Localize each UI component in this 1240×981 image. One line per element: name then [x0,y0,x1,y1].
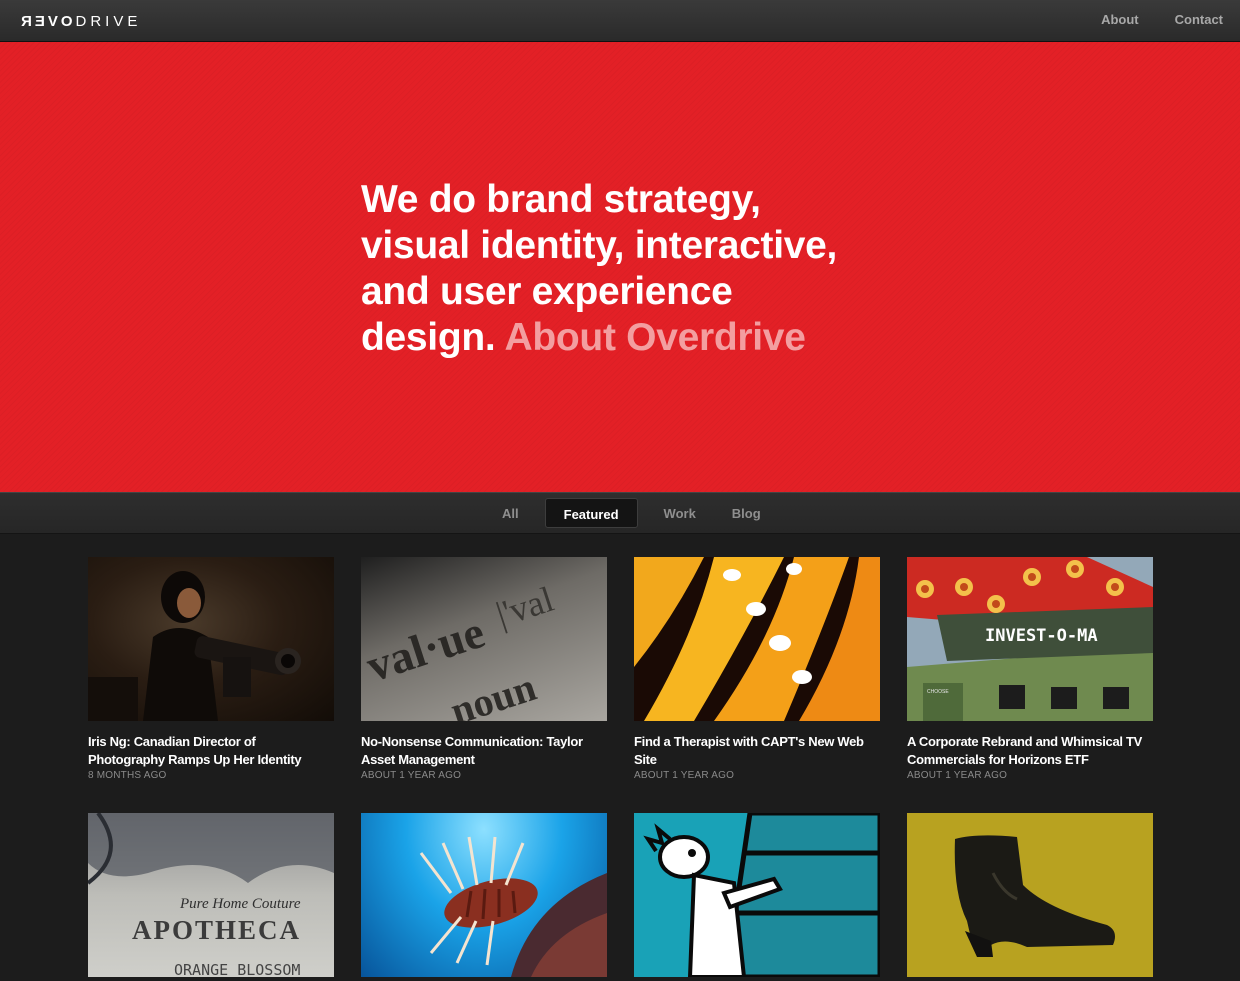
dictionary-pos: noun [445,664,541,721]
hero-line-3: and user experience [361,270,733,313]
dictionary-pronunciation: |'val [491,579,558,635]
filter-tab-work[interactable]: Work [646,498,714,528]
lionfish-illustration [419,836,607,977]
boot-illustration [954,835,1115,957]
hero-line-4-text: design. [361,316,496,359]
post-thumbnail-apothecary[interactable]: Pure Home Couture APOTHECA ORANGE BLOSSO… [88,813,334,977]
post-thumbnail-butterfly-wing[interactable] [634,557,880,721]
filter-tab-blog[interactable]: Blog [714,498,779,528]
post-card[interactable] [634,813,880,977]
apothecary-sub: ORANGE BLOSSOM [174,961,300,977]
hero-line-1: We do brand strategy, [361,178,761,221]
post-thumbnail-therapist-cartoon[interactable] [634,813,880,977]
post-card[interactable]: val·ue |'val noun No-Nonsense Communicat… [361,557,607,781]
nav-link-contact[interactable]: Contact [1175,12,1223,27]
post-card[interactable]: INVEST-O-MA CHOOSE A Corporate Rebrand a… [907,557,1153,781]
nav-link-about[interactable]: About [1101,12,1139,27]
hero-statement: We do brand strategy, visual identity, i… [361,177,901,361]
post-card[interactable]: Iris Ng: Canadian Director of Photograph… [88,557,334,781]
sign-text: INVEST-O-MA [985,626,1098,646]
apothecary-label-illustration: Pure Home Couture APOTHECA ORANGE BLOSSO… [88,813,334,977]
post-title[interactable]: Iris Ng: Canadian Director of Photograph… [88,733,334,769]
post-date: ABOUT 1 YEAR AGO [361,770,462,781]
post-card[interactable]: Pure Home Couture APOTHECA ORANGE BLOSSO… [88,813,334,977]
post-thumbnail-invest-o-matic[interactable]: INVEST-O-MA CHOOSE [907,557,1153,721]
post-thumbnail-lionfish[interactable] [361,813,607,977]
logo-wordmark: DRIVE [75,12,142,30]
filter-bar: All Featured Work Blog [0,492,1240,534]
filter-tab-all[interactable]: All [484,498,537,528]
post-title[interactable]: A Corporate Rebrand and Whimsical TV Com… [907,733,1153,769]
post-date: 8 MONTHS AGO [88,770,167,781]
main-nav: About Contact [1101,12,1223,27]
sign-small-text: CHOOSE [927,689,949,695]
dictionary-word: val·ue [361,606,490,692]
post-thumbnail-dictionary[interactable]: val·ue |'val noun [361,557,607,721]
post-date: ABOUT 1 YEAR AGO [907,770,1008,781]
apothecary-script: Pure Home Couture [179,896,301,912]
post-date: ABOUT 1 YEAR AGO [634,770,735,781]
hero-line-4: design. About Overdrive [361,315,901,361]
post-thumbnail-boot[interactable] [907,813,1153,977]
about-overdrive-link[interactable]: About Overdrive [505,316,806,359]
post-title[interactable]: No-Nonsense Communication: Taylor Asset … [361,733,607,769]
hero-banner: We do brand strategy, visual identity, i… [0,42,1240,492]
post-title[interactable]: Find a Therapist with CAPT's New Web Sit… [634,733,880,769]
post-thumbnail-camera-operator[interactable] [88,557,334,721]
invest-o-matic-illustration: INVEST-O-MA CHOOSE [907,557,1153,721]
top-navigation-bar: OVER DRIVE About Contact [0,0,1240,42]
filter-tab-featured[interactable]: Featured [544,498,638,528]
overdrive-logo[interactable]: OVER DRIVE [18,12,141,30]
post-card[interactable] [361,813,607,977]
therapist-cartoon-illustration [643,813,880,977]
apothecary-word: APOTHECA [132,915,301,945]
post-card[interactable]: Find a Therapist with CAPT's New Web Sit… [634,557,880,781]
post-card[interactable] [907,813,1153,977]
hero-line-2: visual identity, interactive, [361,224,838,267]
dictionary-illustration: val·ue |'val noun [361,579,558,721]
logo-mark: OVER [18,12,73,30]
camera-operator-illustration [88,571,301,721]
butterfly-wing-illustration [634,557,880,721]
filter-tabs: All Featured Work Blog [484,498,779,528]
